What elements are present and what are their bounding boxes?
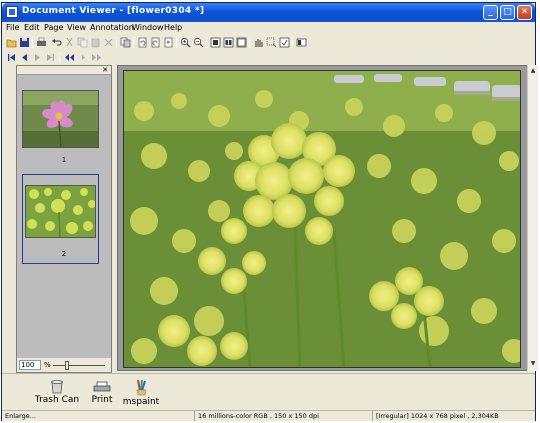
toolbar-separator	[116, 37, 117, 48]
status-bar: Enlarge... 16 millions-color RGB , 150 x…	[2, 410, 535, 421]
toolbar-separator	[133, 37, 134, 48]
rapeseed-field-photo	[124, 71, 520, 367]
close-panel-icon[interactable]: ✕	[101, 66, 109, 74]
status-size-info: [Irregular] 1024 x 768 pixel , 2,304KB	[376, 412, 499, 420]
copy-icon[interactable]	[77, 37, 88, 48]
minimize-button[interactable]: _	[483, 5, 498, 20]
menu-edit[interactable]: Edit	[24, 23, 40, 32]
page-back-icon[interactable]	[64, 52, 75, 63]
fit-icon[interactable]	[279, 37, 290, 48]
page-end-icon[interactable]	[91, 52, 102, 63]
printer-icon	[93, 381, 111, 392]
cut-icon[interactable]	[64, 37, 75, 48]
close-button[interactable]: ✕	[517, 5, 532, 20]
pan-hand-icon[interactable]	[253, 37, 264, 48]
toolbar-separator	[206, 37, 207, 48]
zoom-slider-track[interactable]	[53, 365, 105, 366]
menu-page[interactable]: Page	[44, 23, 63, 32]
shortcut-trash-can[interactable]: Trash Can	[34, 379, 80, 405]
rapeseed-flower-image	[26, 186, 95, 237]
status-message: Enlarge...	[5, 412, 36, 420]
main-image	[123, 70, 521, 368]
undo-icon[interactable]	[51, 37, 62, 48]
shortcut-label: mspaint	[122, 397, 160, 407]
prev-page-icon[interactable]	[19, 52, 30, 63]
two-page-icon[interactable]	[223, 37, 234, 48]
scroll-down-icon[interactable]: ▼	[528, 359, 538, 369]
paste-icon[interactable]	[90, 37, 101, 48]
shortcut-print[interactable]: Print	[88, 379, 116, 405]
last-page-icon[interactable]	[45, 52, 56, 63]
menu-annotation[interactable]: Annotation	[90, 23, 134, 32]
thumbnail-panel: ✕ 1 2 100 %	[16, 65, 112, 373]
menu-bar: File Edit Page View Annotation Window He…	[2, 22, 535, 35]
toolbar-separator	[292, 37, 293, 48]
maximize-button[interactable]: □	[500, 5, 515, 20]
toolbar-separator	[32, 37, 33, 48]
window-title: Document Viewer - [flower0304 *]	[22, 6, 205, 16]
zoom-unit: %	[44, 361, 51, 369]
menu-view[interactable]: View	[67, 23, 86, 32]
app-window: Document Viewer - [flower0304 *] _ □ ✕ F…	[1, 2, 538, 421]
thumbnail-number: 1	[61, 156, 67, 164]
status-color-info: 16 millions-color RGB , 150 x 150 dpi	[198, 412, 319, 420]
main-toolbar	[2, 36, 535, 50]
zoom-out-icon[interactable]	[193, 37, 204, 48]
menu-help[interactable]: Help	[164, 23, 182, 32]
print-icon[interactable]	[36, 37, 47, 48]
title-bar[interactable]: Document Viewer - [flower0304 *] _ □ ✕	[2, 3, 535, 22]
shortcut-mspaint[interactable]: mspaint	[122, 379, 160, 407]
zoom-in-icon[interactable]	[180, 37, 191, 48]
paint-brushes-icon	[136, 379, 147, 396]
select-area-icon[interactable]	[266, 37, 277, 48]
shortcut-bar: Trash Can Print mspaint	[2, 373, 535, 410]
thumbnail-toggle-icon[interactable]	[296, 37, 307, 48]
thumbnail-panel-header: ✕	[17, 66, 111, 75]
page-forward-icon[interactable]	[78, 52, 89, 63]
app-icon[interactable]	[6, 6, 18, 18]
flip-icon[interactable]	[163, 37, 174, 48]
next-page-icon[interactable]	[32, 52, 43, 63]
single-page-icon[interactable]	[210, 37, 221, 48]
navigation-toolbar	[2, 51, 535, 65]
toolbar-separator	[176, 37, 177, 48]
rotate-left-icon[interactable]	[137, 37, 148, 48]
menu-window[interactable]: Window	[132, 23, 164, 32]
rotate-right-icon[interactable]	[150, 37, 161, 48]
vertical-scrollbar[interactable]: ▲ ▼	[527, 65, 538, 371]
shortcut-label: Print	[91, 395, 113, 405]
save-icon[interactable]	[19, 37, 30, 48]
shortcut-label: Trash Can	[34, 395, 80, 405]
clipboard-image-icon[interactable]	[120, 37, 131, 48]
status-divider	[372, 411, 373, 421]
toolbar-separator	[249, 37, 250, 48]
first-page-icon[interactable]	[6, 52, 17, 63]
status-divider	[194, 411, 195, 421]
open-folder-icon[interactable]	[6, 37, 17, 48]
full-screen-icon[interactable]	[236, 37, 247, 48]
zoom-slider-handle[interactable]	[65, 361, 69, 370]
zoom-input[interactable]: 100	[19, 360, 41, 370]
menu-file[interactable]: File	[6, 23, 19, 32]
scroll-up-icon[interactable]: ▲	[528, 66, 538, 76]
pink-cosmos-flower-image	[23, 91, 98, 147]
thumbnail-page-2[interactable]	[25, 185, 96, 238]
toolbar-separator	[59, 52, 60, 63]
thumbnail-page-1[interactable]	[22, 90, 99, 148]
document-view[interactable]	[117, 65, 530, 371]
thumbnail-number: 2	[61, 250, 67, 258]
zoom-control: 100 %	[17, 358, 111, 372]
delete-icon[interactable]	[103, 37, 114, 48]
trash-can-icon	[51, 380, 63, 394]
